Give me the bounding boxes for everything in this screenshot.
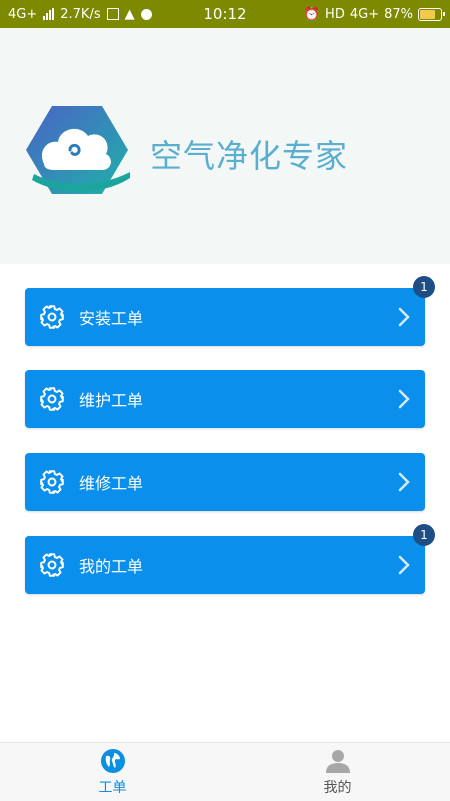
chevron-right-icon <box>398 472 410 492</box>
tab-mine-label: 我的 <box>323 779 352 796</box>
network-label: 4G+ <box>8 6 38 22</box>
battery-percent: 87% <box>384 6 413 22</box>
network-speed: 2.7K/s <box>60 6 101 22</box>
app-header: 空气净化专家 <box>0 28 450 264</box>
chevron-right-icon <box>398 555 410 575</box>
hd-label: HD <box>325 6 345 22</box>
gear-icon <box>40 305 64 329</box>
globe-icon <box>100 748 125 773</box>
tab-mine[interactable]: 我的 <box>225 743 450 801</box>
battery-icon <box>418 7 445 21</box>
user-icon <box>325 749 350 773</box>
install-order-button[interactable]: 安装工单 1 <box>25 276 435 346</box>
bottom-nav: 工单 我的 <box>0 742 450 801</box>
qq-icon: ▲ <box>124 6 135 22</box>
menu-label: 我的工单 <box>79 557 144 576</box>
chevron-right-icon <box>398 307 410 327</box>
app-title: 空气净化专家 <box>150 137 349 175</box>
cloud-logo-icon <box>26 106 130 194</box>
gear-icon <box>40 553 64 577</box>
menu-label: 维护工单 <box>79 391 144 410</box>
gear-icon <box>40 387 64 411</box>
gear-icon <box>40 470 64 494</box>
notification-badge: 1 <box>413 524 435 546</box>
alarm-icon: ⏰ <box>303 6 321 22</box>
chevron-right-icon <box>398 389 410 409</box>
sim-icon <box>106 8 119 20</box>
tab-orders-label: 工单 <box>98 779 127 796</box>
network-right-label: 4G+ <box>349 6 380 22</box>
maintenance-order-button[interactable]: 维护工单 <box>25 370 425 428</box>
main-content: 安装工单 1 维护工单 维修工单 我的工单 1 <box>0 264 450 742</box>
clock: 10:12 <box>203 5 247 23</box>
signal-icon <box>43 8 55 20</box>
menu-label: 维修工单 <box>79 474 144 493</box>
browser-icon <box>140 8 152 20</box>
status-bar: 4G+ 2.7K/s ▲ 10:12 ⏰ HD 4G+ 87% <box>0 0 450 28</box>
notification-badge: 1 <box>413 276 435 298</box>
menu-label: 安装工单 <box>79 309 144 328</box>
my-orders-button[interactable]: 我的工单 1 <box>25 524 435 594</box>
repair-order-button[interactable]: 维修工单 <box>25 453 425 511</box>
tab-orders[interactable]: 工单 <box>0 743 225 801</box>
